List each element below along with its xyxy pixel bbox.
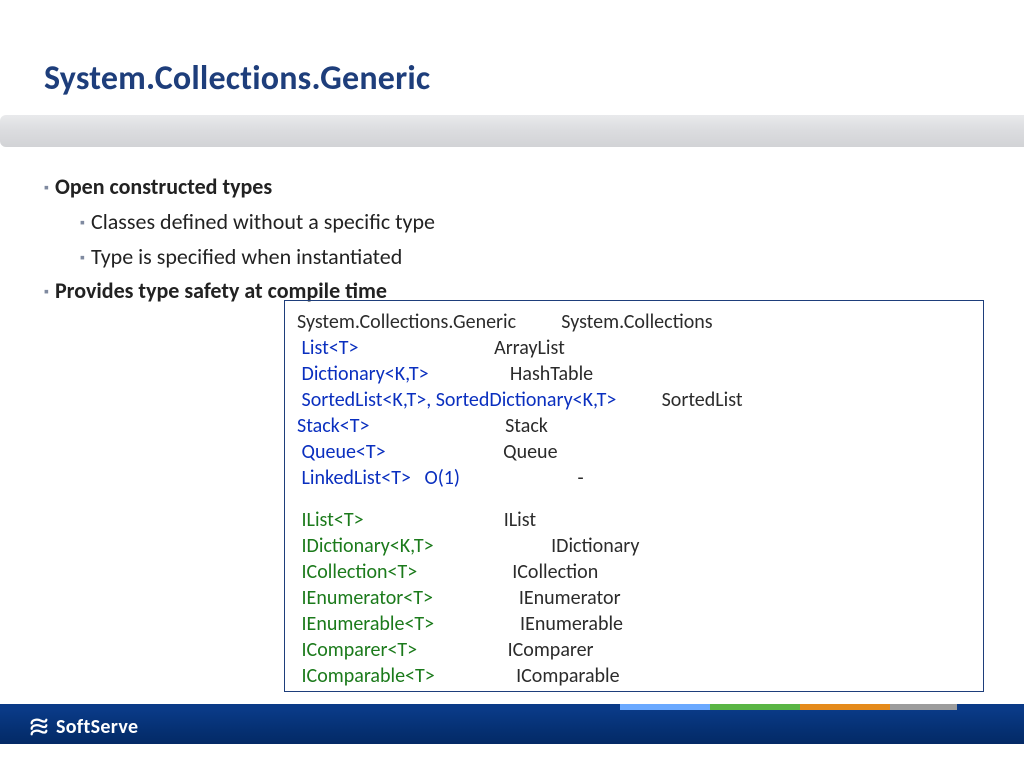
code-row: IList<T> IList: [297, 507, 971, 533]
code-row: SortedList<K,T>, SortedDictionary<K,T> S…: [297, 387, 971, 413]
slide-title: System.Collections.Generic: [44, 58, 430, 99]
code-row: List<T> ArrayList: [297, 335, 971, 361]
bullet-text: Classes defined without a specific type: [91, 207, 435, 238]
code-row: Stack<T> Stack: [297, 413, 971, 439]
code-comparison-box: System.Collections.Generic System.Collec…: [284, 300, 984, 692]
softserve-logo-icon: [28, 716, 50, 738]
title-underline-bar: [0, 115, 1024, 147]
code-row: IEnumerator<T> IEnumerator: [297, 585, 971, 611]
code-row: LinkedList<T> O(1) -: [297, 465, 971, 491]
square-bullet-icon: ▪: [44, 282, 49, 302]
square-bullet-icon: ▪: [44, 178, 49, 198]
code-row: IDictionary<K,T> IDictionary: [297, 533, 971, 559]
code-row: IComparer<T> IComparer: [297, 637, 971, 663]
code-spacer: [297, 491, 971, 507]
code-header-left: System.Collections.Generic: [297, 310, 516, 334]
code-row: IComparable<T> IComparable: [297, 663, 971, 689]
bullet-text: Open constructed types: [55, 172, 272, 203]
code-header-row: System.Collections.Generic System.Collec…: [297, 309, 971, 335]
code-row: Dictionary<K,T> HashTable: [297, 361, 971, 387]
bullet-list: ▪ Open constructed types ▪ Classes defin…: [40, 172, 984, 311]
code-row: IEnumerable<T> IEnumerable: [297, 611, 971, 637]
square-bullet-icon: ▪: [80, 248, 85, 268]
brand-logo: SoftServe: [28, 715, 138, 739]
square-bullet-icon: ▪: [80, 213, 85, 233]
code-row: ICollection<T> ICollection: [297, 559, 971, 585]
footer-bar: SoftServe: [0, 710, 1024, 744]
code-row: Queue<T> Queue: [297, 439, 971, 465]
slide: System.Collections.Generic ▪ Open constr…: [0, 0, 1024, 768]
bullet-item: ▪ Classes defined without a specific typ…: [40, 207, 984, 238]
bullet-item: ▪ Type is specified when instantiated: [40, 242, 984, 273]
code-header-right: System.Collections: [561, 310, 712, 334]
bullet-text: Type is specified when instantiated: [91, 242, 402, 273]
bullet-item: ▪ Open constructed types: [40, 172, 984, 203]
brand-name: SoftServe: [56, 715, 138, 739]
